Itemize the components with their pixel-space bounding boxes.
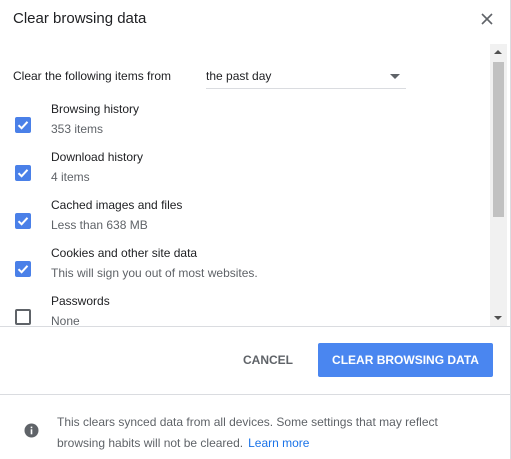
item-label: Cached images and files	[51, 198, 183, 212]
check-icon	[17, 217, 29, 226]
info-icon	[24, 423, 39, 438]
item-detail: None	[51, 314, 80, 326]
time-range-label: Clear the following items from	[13, 69, 172, 83]
scrollbar[interactable]	[490, 44, 507, 326]
browsing-history-checkbox[interactable]	[15, 117, 31, 133]
check-icon	[17, 265, 29, 274]
passwords-checkbox[interactable]	[15, 309, 31, 325]
item-cookies[interactable]: Cookies and other site data This will si…	[0, 246, 480, 290]
items-scroll-area[interactable]: Clear the following items from the past …	[0, 44, 490, 326]
item-label: Download history	[51, 150, 144, 164]
item-detail: 4 items	[51, 170, 90, 184]
item-detail: Less than 638 MB	[51, 218, 148, 232]
item-detail: 353 items	[51, 122, 104, 136]
item-download-history[interactable]: Download history 4 items	[0, 150, 480, 194]
scroll-down-arrow-icon[interactable]	[494, 316, 502, 320]
check-icon	[17, 169, 29, 178]
check-icon	[17, 121, 29, 130]
footer-text: This clears synced data from all devices…	[57, 412, 487, 454]
item-browsing-history[interactable]: Browsing history 353 items	[0, 102, 480, 146]
item-label: Cookies and other site data	[51, 246, 198, 260]
cancel-button[interactable]: CANCEL	[228, 343, 308, 377]
scrollbar-thumb[interactable]	[493, 62, 504, 217]
item-label: Browsing history	[51, 102, 140, 116]
chevron-down-icon	[390, 74, 400, 79]
time-range-row: Clear the following items from the past …	[13, 68, 413, 90]
scroll-up-arrow-icon[interactable]	[494, 50, 502, 54]
item-passwords[interactable]: Passwords None	[0, 294, 480, 326]
divider	[0, 326, 510, 327]
time-range-select[interactable]: the past day	[206, 68, 406, 89]
download-history-checkbox[interactable]	[15, 165, 31, 181]
clear-browsing-data-button[interactable]: CLEAR BROWSING DATA	[318, 343, 493, 377]
sync-info-footer: This clears synced data from all devices…	[0, 395, 510, 459]
item-cached-images[interactable]: Cached images and files Less than 638 MB	[0, 198, 480, 242]
dialog-title: Clear browsing data	[13, 10, 147, 27]
item-label: Passwords	[51, 294, 110, 308]
item-detail: This will sign you out of most websites.	[51, 266, 258, 280]
clear-browsing-data-dialog: Clear browsing data Clear the following …	[0, 0, 511, 459]
learn-more-link[interactable]: Learn more	[248, 436, 309, 450]
cookies-checkbox[interactable]	[15, 261, 31, 277]
cached-images-checkbox[interactable]	[15, 213, 31, 229]
time-range-value: the past day	[206, 69, 272, 83]
close-icon[interactable]	[477, 9, 497, 29]
